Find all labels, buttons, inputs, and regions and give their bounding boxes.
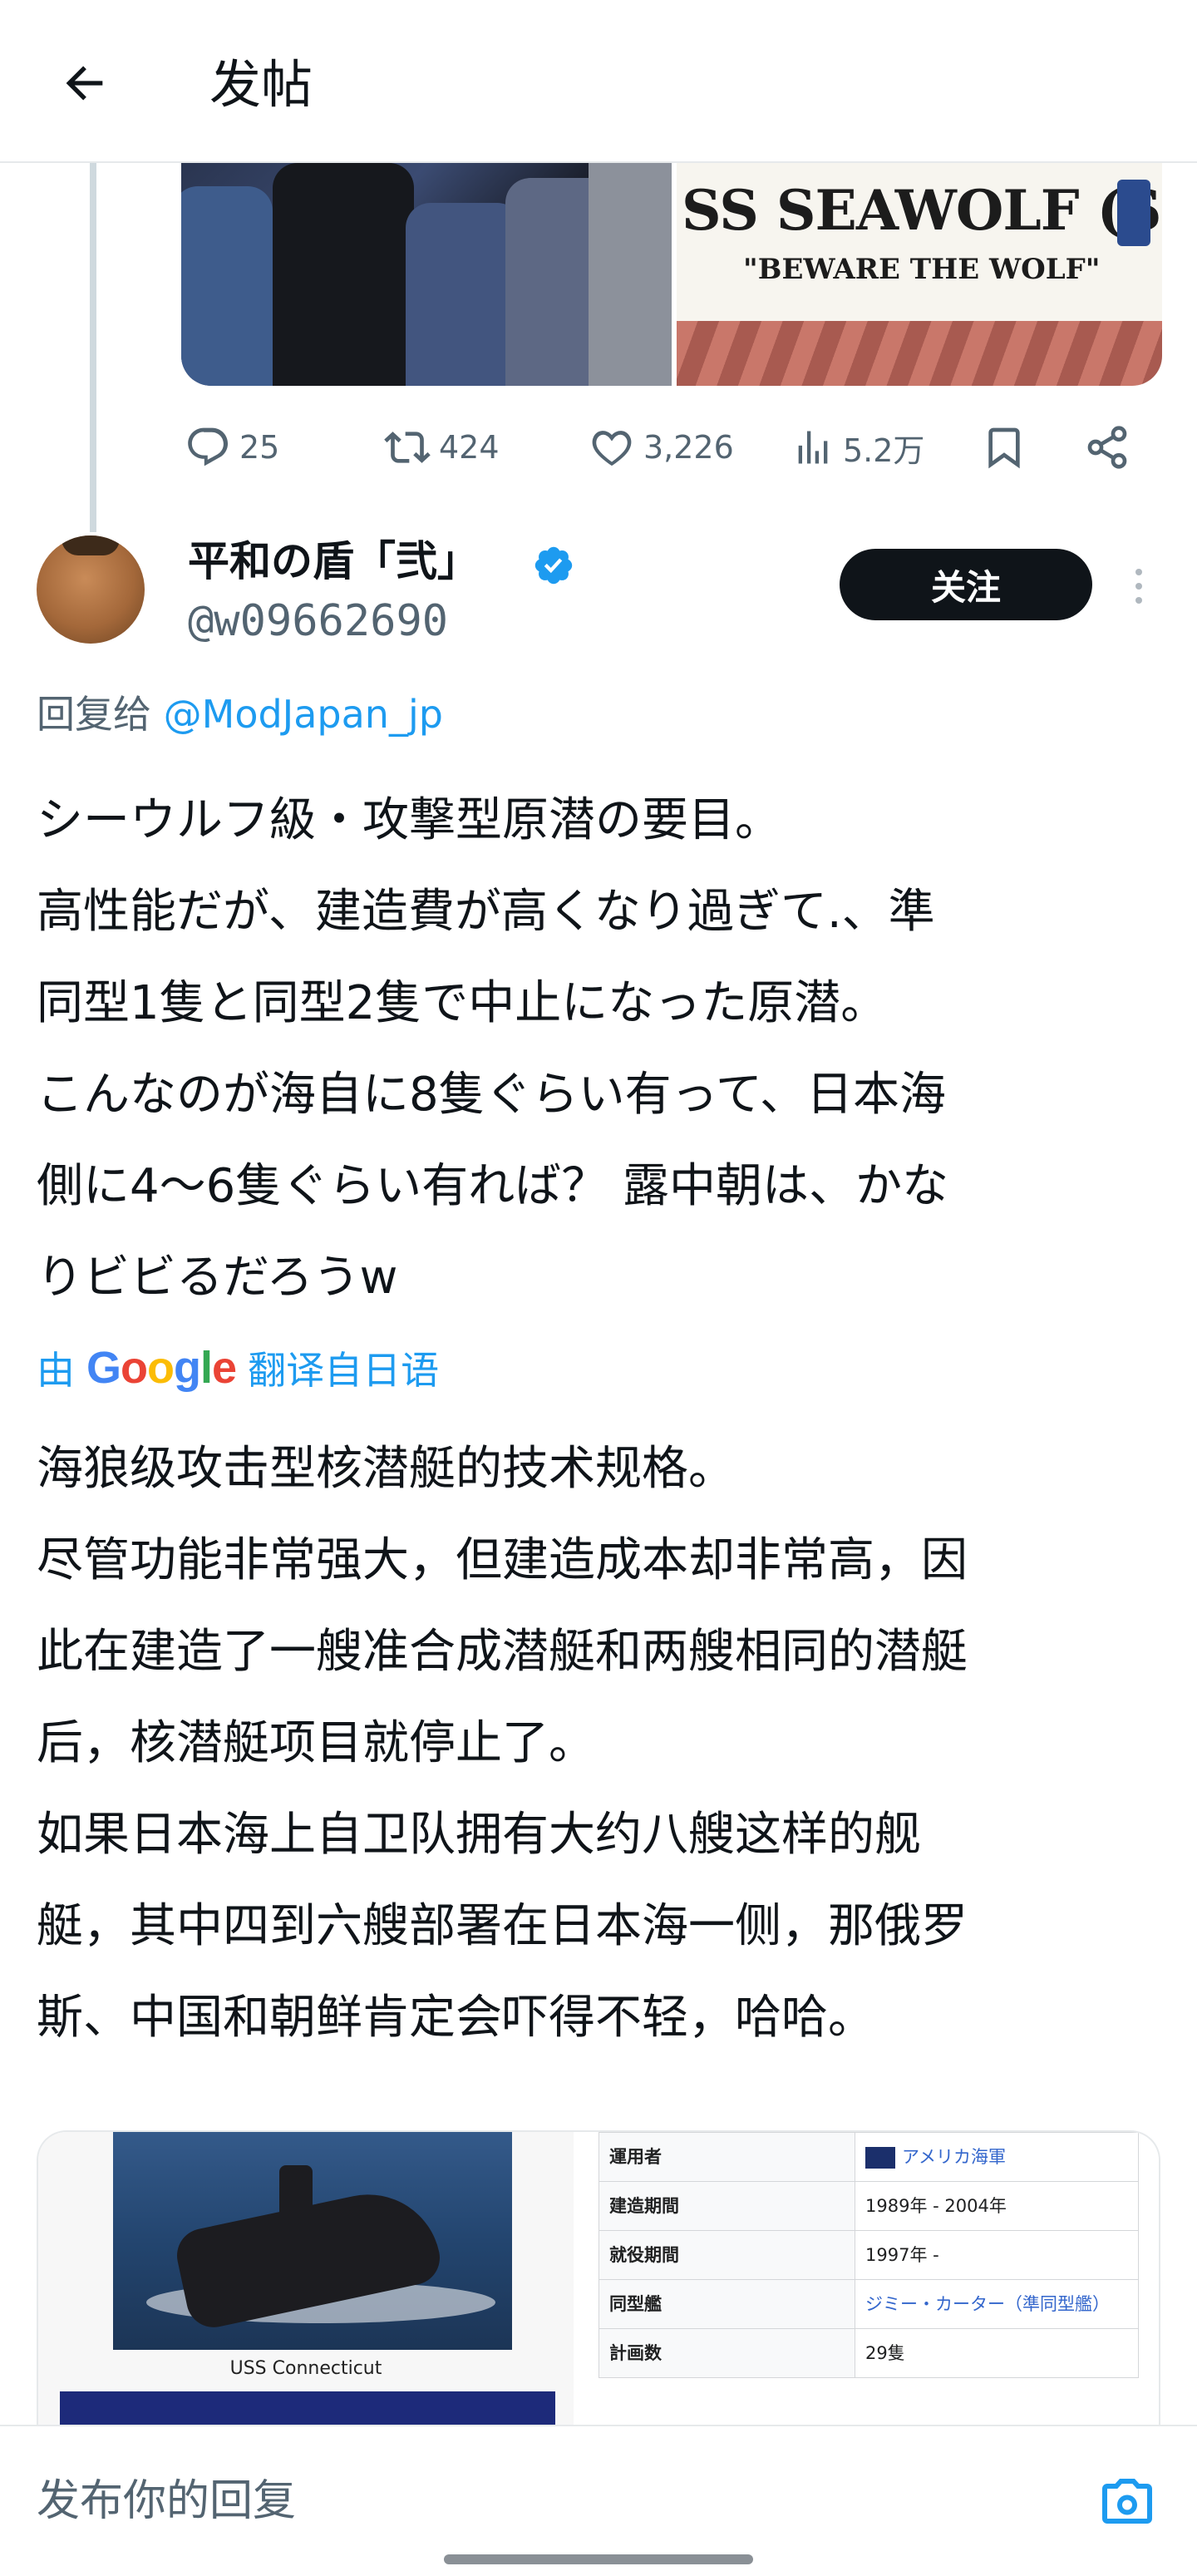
reply-composer (0, 2425, 1197, 2576)
top-bar: 发帖 (0, 0, 1197, 163)
views-icon (798, 431, 828, 464)
translation-attribution[interactable]: 由 Google 翻译自日语 (37, 1339, 439, 1397)
translation-line: 如果日本海上自卫队拥有大约八艘这样的舰 (37, 1808, 921, 1862)
follow-button[interactable]: 关注 (840, 549, 1092, 620)
translation-line: 此在建造了一艘准合成潜艇和两艘相同的潜艇 (37, 1625, 968, 1679)
retweet-icon (384, 432, 431, 463)
tweet-media-grid[interactable]: USS Connecticut 運用者 アメリカ海軍 建造期間 1989年 - … (37, 2130, 1160, 2430)
reply-context: 回复给 @ModJapan_jp (37, 692, 443, 737)
tweet-translation-text: 海狼级攻击型核潜艇的技术规格。 尽管功能非常强大，但建造成本却非常高，因 此在建… (37, 1424, 1175, 2064)
translation-line: 斯、中国和朝鲜肯定会吓得不轻，哈哈。 (37, 1991, 874, 2045)
seawolf-banner-photo[interactable]: SS SEAWOLF (SSN-21) "BEWARE THE WOLF" (677, 163, 1162, 386)
more-options-button[interactable] (1122, 557, 1155, 615)
submarine-screenshot[interactable]: USS Connecticut (38, 2132, 574, 2430)
spec-table-screenshot[interactable]: 運用者 アメリカ海軍 建造期間 1989年 - 2004年 就役期間 1997年… (585, 2132, 1159, 2430)
avatar[interactable] (37, 535, 145, 644)
translation-line: 海狼级攻击型核潜艇的技术规格。 (37, 1442, 735, 1496)
camera-button[interactable] (1096, 2470, 1159, 2533)
bookmark-icon (988, 427, 1020, 469)
tweet-action-bar: 25 424 3,226 5.2万 (181, 414, 1162, 481)
back-arrow-icon (66, 66, 103, 101)
page-title: 发帖 (209, 54, 313, 115)
like-count: 3,226 (643, 429, 734, 466)
reply-to-mention-link[interactable]: @ModJapan_jp (164, 692, 443, 737)
tweet-text-line: シーウルフ級・攻撃型原潜の要目。 (37, 793, 781, 847)
submarine-photo (113, 2132, 512, 2350)
reply-action[interactable]: 25 (185, 414, 279, 481)
tweet-text-line: 側に4〜6隻ぐらい有れば？ 露中朝は、かな (37, 1159, 949, 1213)
retweet-count: 424 (439, 429, 500, 466)
views-action[interactable]: 5.2万 (791, 414, 924, 481)
like-action[interactable]: 3,226 (589, 414, 734, 481)
camera-icon (1102, 2479, 1152, 2524)
tweet-text-line: 同型1隻と同型2隻で中止になった原潜。 (37, 976, 888, 1030)
tweet-text-line: 高性能だが、建造費が高くなり過ぎて.、準 (37, 885, 935, 939)
previous-tweet-media[interactable]: SS SEAWOLF (SSN-21) "BEWARE THE WOLF" (181, 163, 1162, 386)
navy-flag-icon (865, 2147, 895, 2169)
retweet-action[interactable]: 424 (384, 414, 500, 481)
like-icon (592, 431, 632, 466)
share-button[interactable] (1084, 414, 1130, 481)
thread-connector-line (90, 163, 96, 532)
translation-line: 后，核潜艇项目就停止了。 (37, 1716, 595, 1770)
table-row: 建造期間 1989年 - 2004年 (598, 2181, 1139, 2231)
bookmark-button[interactable] (981, 414, 1027, 481)
table-row: 運用者 アメリカ海軍 (598, 2132, 1139, 2182)
reply-count: 25 (239, 429, 280, 466)
home-indicator (444, 2554, 753, 2564)
share-icon (1087, 426, 1127, 469)
verified-badge-icon (534, 546, 573, 585)
views-count: 5.2万 (843, 432, 925, 469)
insignia-icon (1117, 180, 1150, 246)
photo-caption: USS Connecticut (229, 2358, 382, 2379)
banner-subtitle: "BEWARE THE WOLF" (743, 253, 1101, 286)
google-logo: Google (86, 1343, 237, 1393)
banner-title: SS SEAWOLF (SSN-21) (682, 178, 1162, 243)
tweet-original-text: シーウルフ級・攻撃型原潜の要目。 高性能だが、建造費が高くなり過ぎて.、準 同型… (37, 775, 1167, 1324)
translation-line: 艇，其中四到六艘部署在日本海一侧，那俄罗 (37, 1899, 968, 1953)
author-display-name[interactable]: 平和の盾「弐」 (188, 534, 479, 589)
back-button[interactable] (50, 48, 120, 118)
more-icon (1135, 569, 1142, 575)
tweet-text-line: こんなのが海自に8隻ぐらい有って、日本海 (37, 1068, 947, 1122)
reply-icon (188, 427, 229, 466)
author-handle[interactable]: @w09662690 (188, 592, 448, 650)
translation-line: 尽管功能非常强大，但建造成本却非常高，因 (37, 1533, 968, 1587)
table-row: 就役期間 1997年 - (598, 2230, 1139, 2280)
crew-photo[interactable] (181, 163, 672, 386)
tweet-text-line: りビビるだろうw (37, 1251, 398, 1305)
reply-input[interactable] (37, 2468, 1034, 2534)
spec-table: 運用者 アメリカ海軍 建造期間 1989年 - 2004年 就役期間 1997年… (598, 2132, 1139, 2378)
table-row: 同型艦 ジミー・カーター（準同型艦） (598, 2279, 1139, 2329)
table-row: 計画数 29隻 (598, 2328, 1139, 2378)
